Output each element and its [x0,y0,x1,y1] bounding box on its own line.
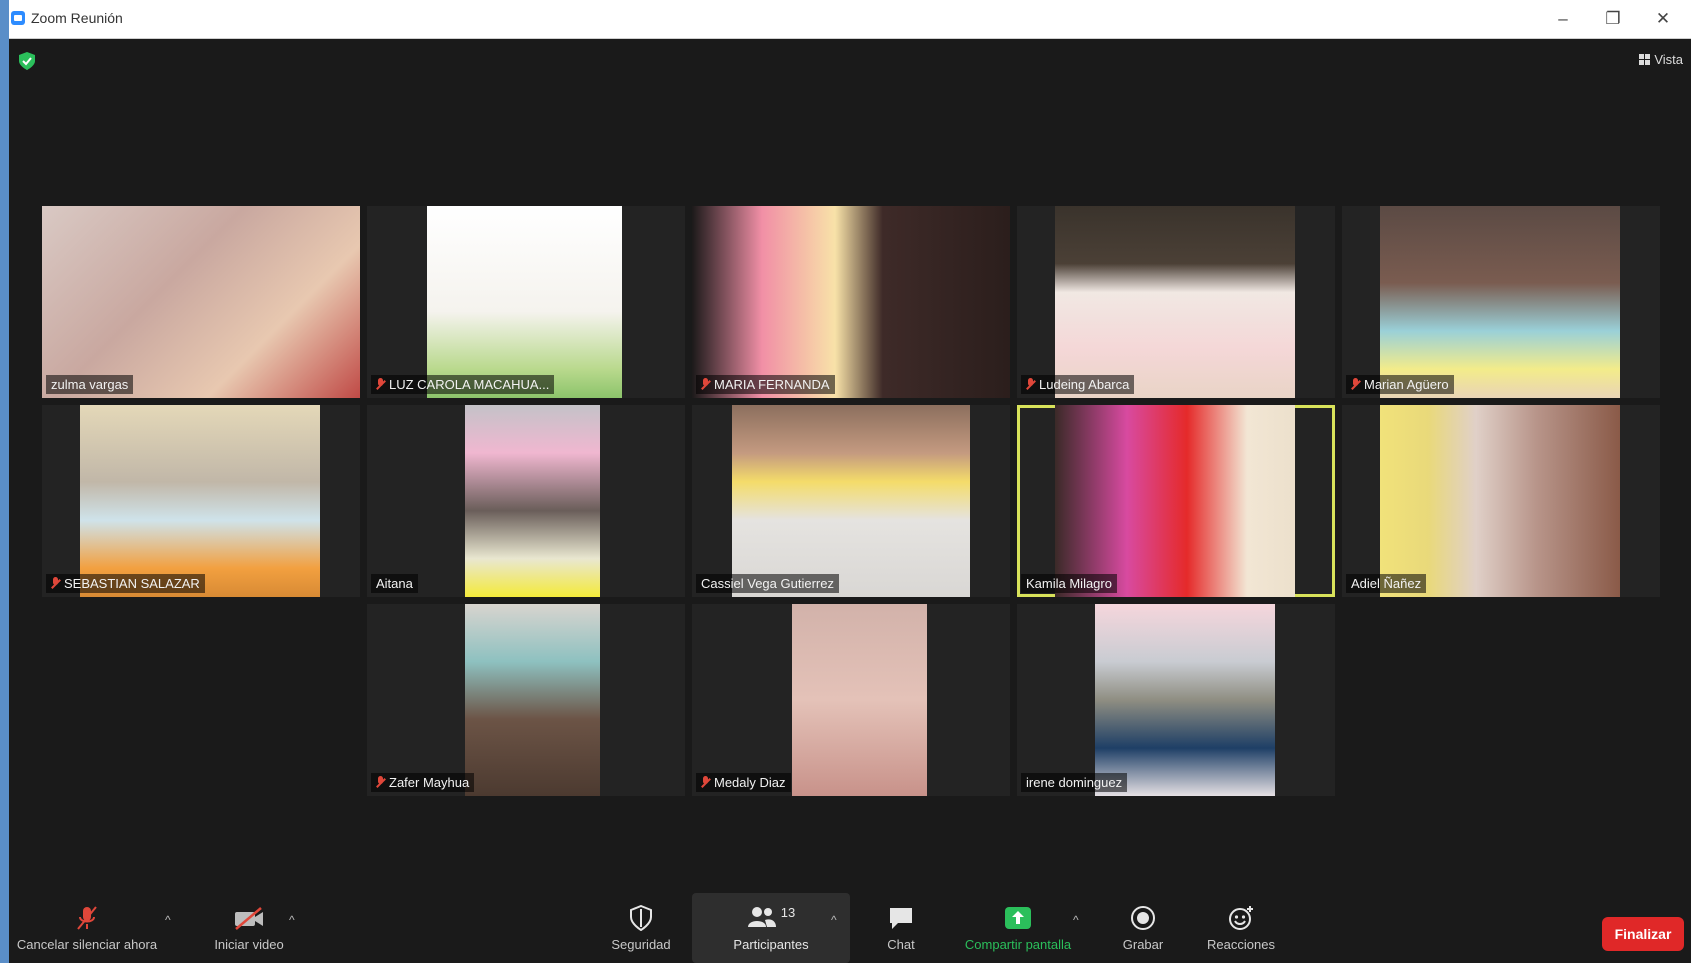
end-meeting-button[interactable]: Finalizar [1602,917,1684,951]
participant-video [732,405,970,597]
title-bar: Zoom Reunión – ❐ ✕ [9,0,1691,39]
participant-name-tag: Marian Agüero [1346,375,1454,394]
participant-video [1095,604,1275,796]
participant-tile[interactable]: zulma vargas [42,206,360,398]
participant-video [792,604,927,796]
participant-name-tag: zulma vargas [46,375,134,394]
participant-tile[interactable]: Adiel Ñañez [1342,405,1660,597]
window-title: Zoom Reunión [31,10,123,26]
participant-video [1380,405,1620,597]
grid-view-icon [1639,54,1651,65]
video-options-chevron-icon[interactable]: ^ [289,913,295,927]
participant-tile[interactable]: irene dominguez [1017,604,1335,796]
participant-name-tag: Zafer Mayhua [371,773,475,792]
meeting-top-bar: Vista [9,38,1691,88]
participant-name-tag: Cassiel Vega Gutierrez [696,574,839,593]
participants-button[interactable]: 13 Participantes [712,905,830,952]
start-video-label: Iniciar video [214,937,284,952]
muted-mic-icon [376,776,385,789]
security-label: Seguridad [611,937,671,952]
mute-button[interactable]: Cancelar silenciar ahora [11,905,163,952]
participant-video [1380,206,1620,398]
zoom-logo-icon [11,11,25,25]
restore-button[interactable]: ❐ [1593,6,1633,32]
participant-video [692,206,1010,398]
muted-mic-icon [1026,378,1035,391]
muted-mic-icon [701,776,710,789]
participant-video [42,206,360,398]
chat-label: Chat [887,937,915,952]
participant-name-tag: Aitana [371,574,418,593]
chat-button[interactable]: Chat [871,905,931,952]
participant-name-tag: Medaly Diaz [696,773,791,792]
muted-mic-icon [51,577,60,590]
participant-name-tag: Adiel Ñañez [1346,574,1427,593]
view-label: Vista [1654,52,1683,67]
participants-icon [747,907,776,927]
muted-microphone-icon [77,906,97,930]
participant-video [80,405,320,597]
meeting-controls-toolbar: Cancelar silenciar ahora ^ Iniciar video… [9,885,1691,963]
participant-video [465,405,600,597]
participants-count: 13 [780,905,796,920]
muted-mic-icon [701,378,710,391]
participant-name-tag: MARIA FERNANDA [696,375,835,394]
start-video-button[interactable]: Iniciar video [199,905,299,952]
participant-video [1055,405,1295,597]
chat-bubble-icon [890,908,912,929]
participant-tile[interactable]: LUZ CAROLA MACAHUA... [367,206,685,398]
share-screen-label: Compartir pantalla [964,937,1072,952]
share-options-chevron-icon[interactable]: ^ [1073,913,1079,927]
participant-tile[interactable]: Ludeing Abarca [1017,206,1335,398]
security-shield-icon[interactable] [19,52,35,70]
muted-mic-icon [376,378,385,391]
participant-tile[interactable]: SEBASTIAN SALAZAR [42,405,360,597]
reactions-emoji-icon [1229,906,1253,930]
participant-name-tag: irene dominguez [1021,773,1128,792]
reactions-button[interactable]: Reacciones [1195,905,1287,952]
share-screen-button[interactable]: Compartir pantalla [953,905,1083,952]
record-icon [1131,906,1155,930]
record-button[interactable]: Grabar [1113,905,1173,952]
participant-tile[interactable]: Marian Agüero [1342,206,1660,398]
audio-options-chevron-icon[interactable]: ^ [165,913,171,927]
participant-tile[interactable]: Aitana [367,405,685,597]
security-button[interactable]: Seguridad [591,905,691,952]
minimize-button[interactable]: – [1543,6,1583,32]
participant-name-tag: SEBASTIAN SALAZAR [46,574,205,593]
participant-name-tag: Ludeing Abarca [1021,375,1135,394]
mute-label: Cancelar silenciar ahora [16,937,158,952]
share-screen-icon [1005,907,1031,929]
video-off-icon [235,907,263,930]
view-button[interactable]: Vista [1639,52,1683,67]
participants-label: Participantes [733,937,809,952]
participant-tile[interactable]: MARIA FERNANDA [692,206,1010,398]
participant-tile[interactable]: Cassiel Vega Gutierrez [692,405,1010,597]
participant-tile-active-speaker[interactable]: Kamila Milagro [1017,405,1335,597]
security-shield-icon [630,905,652,931]
participant-name-tag: LUZ CAROLA MACAHUA... [371,375,555,394]
participant-name-tag: Kamila Milagro [1021,574,1117,593]
participant-video [1055,206,1295,398]
zoom-window: Zoom Reunión – ❐ ✕ Vista zulma vargas LU… [9,0,1691,963]
reactions-label: Reacciones [1207,937,1275,952]
participant-tile[interactable]: Medaly Diaz [692,604,1010,796]
record-label: Grabar [1122,937,1164,952]
muted-mic-icon [1351,378,1360,391]
participant-video [427,206,622,398]
participants-options-chevron-icon[interactable]: ^ [831,913,837,927]
participant-tile[interactable]: Zafer Mayhua [367,604,685,796]
close-button[interactable]: ✕ [1643,6,1683,32]
participant-video [465,604,600,796]
